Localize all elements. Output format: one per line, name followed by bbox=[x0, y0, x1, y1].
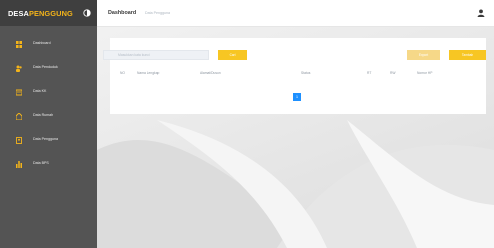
sidebar-item-dashboard[interactable]: Dashboard bbox=[0, 38, 97, 52]
brand-text-part1: DESA bbox=[8, 8, 29, 18]
sidebar-item-label: Data Pengguna bbox=[33, 137, 58, 141]
sidebar-item-data-rumah[interactable]: Data Rumah bbox=[0, 110, 97, 124]
column-header-rt[interactable]: RT bbox=[367, 71, 371, 75]
find-button[interactable]: Cari bbox=[218, 50, 247, 60]
sidebar-item-label: Dashboard bbox=[33, 41, 51, 45]
page-number: 1 bbox=[296, 95, 298, 99]
sidebar-item-label: Data Penduduk bbox=[33, 65, 58, 69]
column-header-no[interactable]: NO bbox=[120, 71, 125, 75]
sidebar-toggle-icon[interactable] bbox=[83, 9, 91, 17]
user-menu-icon[interactable] bbox=[477, 9, 485, 17]
sidebar-item-data-bps[interactable]: Data BPS bbox=[0, 158, 97, 172]
export-button-label: Export bbox=[418, 53, 429, 57]
chart-icon bbox=[16, 161, 22, 168]
brand-logo[interactable]: DESA PENGGUNG bbox=[0, 0, 97, 26]
dashboard-icon bbox=[16, 41, 22, 48]
sidebar-item-label: Data Rumah bbox=[33, 113, 54, 117]
main-content: Dashboard Data Pengguna bbox=[97, 0, 494, 248]
add-button[interactable]: Tambah bbox=[449, 50, 486, 60]
sidebar-item-data-pengguna[interactable]: Data Pengguna bbox=[0, 134, 97, 148]
column-header-status[interactable]: Status bbox=[301, 71, 310, 75]
sidebar: DESA PENGGUNG Dashboard Data Penduduk Dat… bbox=[0, 0, 97, 248]
page-title: Dashboard bbox=[108, 10, 137, 16]
brand-text-part2: PENGGUNG bbox=[28, 8, 73, 18]
top-bar: Dashboard Data Pengguna bbox=[97, 0, 494, 27]
sidebar-item-data-penduduk[interactable]: Data Penduduk bbox=[0, 62, 97, 76]
card-icon bbox=[16, 89, 22, 96]
search-placeholder: Masukkan kata kunci bbox=[118, 53, 150, 57]
column-header-nama[interactable]: Nama Lengkap bbox=[137, 71, 159, 75]
users-icon bbox=[16, 65, 22, 72]
column-header-nomor-hp[interactable]: Nomor HP bbox=[417, 71, 432, 75]
breadcrumb[interactable]: Data Pengguna bbox=[145, 11, 170, 15]
pagination-current-page[interactable]: 1 bbox=[293, 93, 301, 101]
export-button[interactable]: Export bbox=[407, 50, 440, 60]
find-button-label: Cari bbox=[229, 53, 236, 57]
column-header-rw[interactable]: RW bbox=[390, 71, 395, 75]
home-icon bbox=[16, 113, 22, 120]
user-icon bbox=[16, 137, 22, 144]
sidebar-item-data-kk[interactable]: Data KK bbox=[0, 86, 97, 100]
sidebar-item-label: Data BPS bbox=[33, 161, 49, 165]
add-button-label: Tambah bbox=[461, 53, 474, 57]
column-header-alamat[interactable]: Alamat/Dusun bbox=[200, 71, 221, 75]
search-input[interactable]: Masukkan kata kunci bbox=[103, 50, 209, 60]
sidebar-item-label: Data KK bbox=[33, 89, 47, 93]
